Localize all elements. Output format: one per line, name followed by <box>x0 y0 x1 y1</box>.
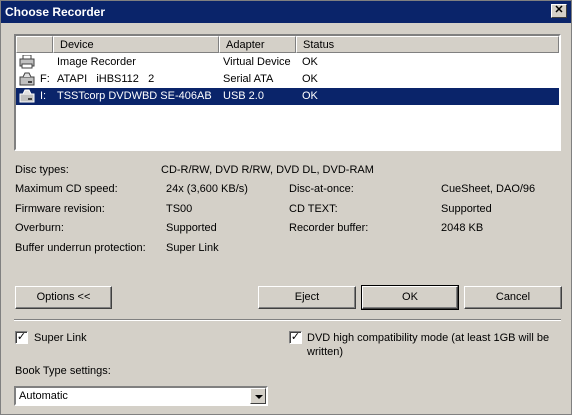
chevron-down-icon[interactable] <box>250 388 266 404</box>
firmware-value: TS00 <box>166 203 193 215</box>
device-adapter: Serial ATA <box>223 73 274 85</box>
device-name: Image Recorder <box>57 56 136 68</box>
super-link-checkbox[interactable]: ✓ <box>15 331 28 344</box>
drive-icon <box>19 89 35 103</box>
close-button[interactable]: ✕ <box>551 4 567 18</box>
device-letter: F: <box>40 73 50 85</box>
cd-text-value: Supported <box>441 203 492 215</box>
dialog-title: Choose Recorder <box>5 5 106 19</box>
cancel-button[interactable]: Cancel <box>464 286 562 309</box>
recorder-buffer-value: 2048 KB <box>441 222 484 234</box>
buffer-underrun-label: Buffer underrun protection: <box>15 242 146 254</box>
close-icon: ✕ <box>554 4 564 16</box>
title-bar: Choose Recorder ✕ <box>1 1 571 23</box>
max-cd-speed-label: Maximum CD speed: <box>15 183 118 195</box>
disc-types-value: CD-R/RW, DVD R/RW, DVD DL, DVD-RAM <box>161 164 374 176</box>
device-name: TSSTcorp DVDWBD SE-406AB <box>57 90 212 102</box>
disc-at-once-value: CueSheet, DAO/96 <box>441 183 536 195</box>
device-list[interactable]: Device Adapter Status Image Recorder Vir… <box>14 34 561 151</box>
disc-at-once-label: Disc-at-once: <box>289 183 354 195</box>
check-icon: ✓ <box>290 331 301 343</box>
buffer-underrun-value: Super Link <box>166 242 219 254</box>
overburn-value: Supported <box>166 222 217 234</box>
separator <box>14 319 561 321</box>
super-link-label: Super Link <box>34 332 87 344</box>
dvd-compat-label-line1: DVD high compatibility mode (at least 1G… <box>307 332 550 344</box>
book-type-select[interactable]: Automatic <box>14 386 268 406</box>
drive-icon <box>19 72 35 86</box>
check-icon: ✓ <box>16 331 27 343</box>
device-row-tsstcorp[interactable]: I: TSSTcorp DVDWBD SE-406AB USB 2.0 OK <box>16 88 559 105</box>
device-name: ATAPI iHBS112 2 <box>57 73 155 85</box>
column-header-device[interactable]: Device <box>53 36 219 53</box>
book-type-label: Book Type settings: <box>15 365 111 377</box>
options-button[interactable]: Options << <box>15 286 112 309</box>
printer-icon <box>19 55 35 69</box>
device-adapter: Virtual Device <box>223 56 291 68</box>
eject-button[interactable]: Eject <box>258 286 356 309</box>
device-letter: I: <box>40 90 47 102</box>
max-cd-speed-value: 24x (3,600 KB/s) <box>166 183 248 195</box>
column-header-icon[interactable] <box>16 36 53 53</box>
device-status: OK <box>302 90 318 102</box>
device-row-image-recorder[interactable]: Image Recorder Virtual Device OK <box>16 54 559 71</box>
disc-types-label: Disc types: <box>15 164 69 176</box>
firmware-label: Firmware revision: <box>15 203 105 215</box>
dvd-compat-label-line2: written) <box>307 346 344 358</box>
book-type-value: Automatic <box>19 390 68 402</box>
choose-recorder-dialog: Choose Recorder ✕ Device Adapter Status … <box>0 0 572 415</box>
column-header-status[interactable]: Status <box>296 36 559 53</box>
recorder-buffer-label: Recorder buffer: <box>289 222 369 234</box>
ok-button[interactable]: OK <box>361 285 459 310</box>
dvd-compat-checkbox[interactable]: ✓ <box>289 331 302 344</box>
device-status: OK <box>302 73 318 85</box>
device-adapter: USB 2.0 <box>223 90 264 102</box>
device-status: OK <box>302 56 318 68</box>
overburn-label: Overburn: <box>15 222 64 234</box>
cd-text-label: CD TEXT: <box>289 203 338 215</box>
column-header-adapter[interactable]: Adapter <box>219 36 296 53</box>
device-row-atapi[interactable]: F: ATAPI iHBS112 2 Serial ATA OK <box>16 71 559 88</box>
